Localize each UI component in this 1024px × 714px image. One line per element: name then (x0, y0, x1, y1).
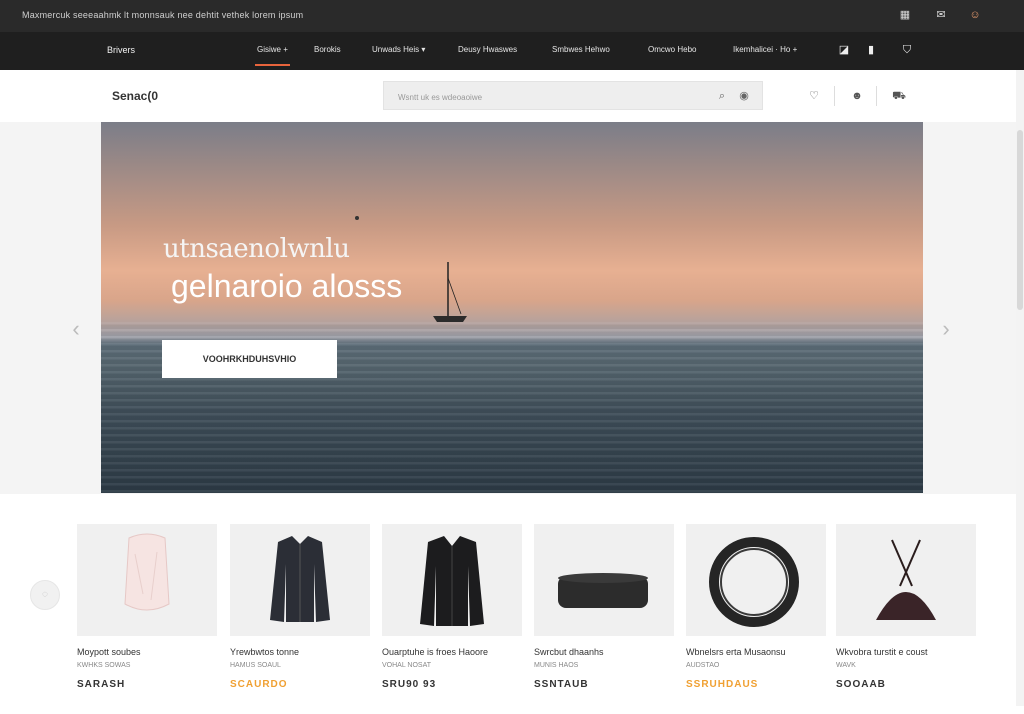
nav-item-6[interactable]: Ikemhalicei · Ho + (733, 45, 797, 54)
main-navigation: Brivers Gisiwe + Borokis Unwads Heis ▾ D… (0, 32, 1024, 70)
product-name[interactable]: Wkvobra turstit e coust (836, 647, 928, 657)
cart-icon[interactable]: ⛉ (899, 42, 915, 58)
nav-item-5[interactable]: Omcwo Hebo (648, 45, 696, 54)
nav-item-4[interactable]: Smbwes Hehwo (552, 45, 610, 54)
product-name[interactable]: Yrewbwtos tonne (230, 647, 299, 657)
product-image[interactable] (382, 524, 522, 636)
nav-item-0[interactable]: Gisiwe + (255, 45, 290, 66)
product-image[interactable] (230, 524, 370, 636)
header-divider (834, 86, 835, 106)
scroll-left-button[interactable]: ◌ (30, 580, 60, 610)
product-name[interactable]: Swrcbut dhaanhs (534, 647, 604, 657)
product-price: SOOAAB (836, 679, 886, 690)
product-image[interactable] (77, 524, 217, 636)
product-subtitle: HAMUS SOAUL (230, 662, 281, 669)
hero-dot (355, 216, 359, 220)
hero-cta-button[interactable]: VOOHRKHDUHSVHIO (162, 340, 337, 378)
account-icon[interactable]: ☻ (848, 87, 866, 105)
product-name[interactable]: Moypott soubes (77, 647, 141, 657)
product-subtitle: MUNIS HAOS (534, 662, 579, 669)
product-image[interactable] (836, 524, 976, 636)
top-announcement-bar: Maxmercuk seeeaahmk lt monnsauk nee deht… (0, 0, 1024, 32)
cart-icon[interactable]: ⛟ (890, 87, 908, 105)
page-scrollbar[interactable] (1016, 70, 1024, 706)
nav-item-1[interactable]: Borokis (314, 45, 341, 54)
hero-section: ‹ utnsaenolwnlu gelnaroio alosss VOOHRKH… (0, 122, 1024, 494)
search-bar: ⌕ ◉ (383, 81, 763, 110)
product-price: SARASH (77, 679, 126, 690)
nav-brand[interactable]: Brivers (107, 45, 135, 55)
mail-icon[interactable]: ✉ (934, 8, 948, 22)
product-card[interactable]: Swrcbut dhaanhs MUNIS HAOS SSNTAUB (534, 524, 674, 714)
scrollbar-thumb[interactable] (1017, 130, 1023, 310)
product-price: SSNTAUB (534, 679, 589, 690)
product-price: SCAURDO (230, 679, 288, 690)
nav-item-3[interactable]: Deusy Hwaswes (458, 45, 517, 54)
wishlist-icon[interactable]: ♡ (805, 87, 823, 105)
product-price: SSRUHDAUS (686, 679, 759, 690)
user-icon[interactable]: ☺ (968, 8, 982, 22)
hero-banner: utnsaenolwnlu gelnaroio alosss VOOHRKHDU… (101, 122, 923, 493)
bookmark-icon[interactable]: ▮ (863, 42, 879, 58)
camera-icon[interactable]: ◉ (736, 88, 752, 104)
sailboat-image (433, 262, 467, 322)
nav-item-2[interactable]: Unwads Heis ▾ (372, 45, 425, 54)
bag-icon[interactable]: ◪ (836, 42, 852, 58)
search-input[interactable] (396, 88, 700, 106)
product-price: SRU90 93 (382, 679, 437, 690)
product-image[interactable] (534, 524, 674, 636)
product-card[interactable]: Ouarptuhe is froes Haoore VOHAL NOSAT SR… (382, 524, 522, 714)
product-image[interactable] (686, 524, 826, 636)
product-subtitle: KWHKS SOWAS (77, 662, 131, 669)
header-divider (876, 86, 877, 106)
product-card[interactable]: Wkvobra turstit e coust WAVK SOOAAB (836, 524, 976, 714)
product-grid: ◌ Moypott soubes KWHKS SOWAS SARASH Yrew… (0, 494, 1016, 714)
heart-icon[interactable]: ▦ (898, 8, 912, 22)
product-subtitle: WAVK (836, 662, 856, 669)
hero-headline: gelnaroio alosss (171, 268, 403, 304)
site-header: Senac(0 ⌕ ◉ ♡ ☻ ⛟ (0, 70, 1024, 123)
product-card[interactable]: Wbnelsrs erta Musaonsu AUDSTAO SSRUHDAUS (686, 524, 826, 714)
product-card[interactable]: Yrewbwtos tonne HAMUS SOAUL SCAURDO (230, 524, 370, 714)
product-subtitle: AUDSTAO (686, 662, 720, 669)
hero-subheadline: utnsaenolwnlu (163, 234, 350, 264)
prev-slide-arrow[interactable]: ‹ (68, 317, 84, 341)
product-name[interactable]: Wbnelsrs erta Musaonsu (686, 647, 786, 657)
product-card[interactable]: Moypott soubes KWHKS SOWAS SARASH (77, 524, 217, 714)
product-subtitle: VOHAL NOSAT (382, 662, 432, 669)
announcement-text: Maxmercuk seeeaahmk lt monnsauk nee deht… (22, 10, 304, 20)
site-logo[interactable]: Senac(0 (112, 89, 158, 103)
product-name[interactable]: Ouarptuhe is froes Haoore (382, 647, 488, 657)
next-slide-arrow[interactable]: › (938, 317, 954, 341)
search-icon[interactable]: ⌕ (714, 88, 730, 104)
